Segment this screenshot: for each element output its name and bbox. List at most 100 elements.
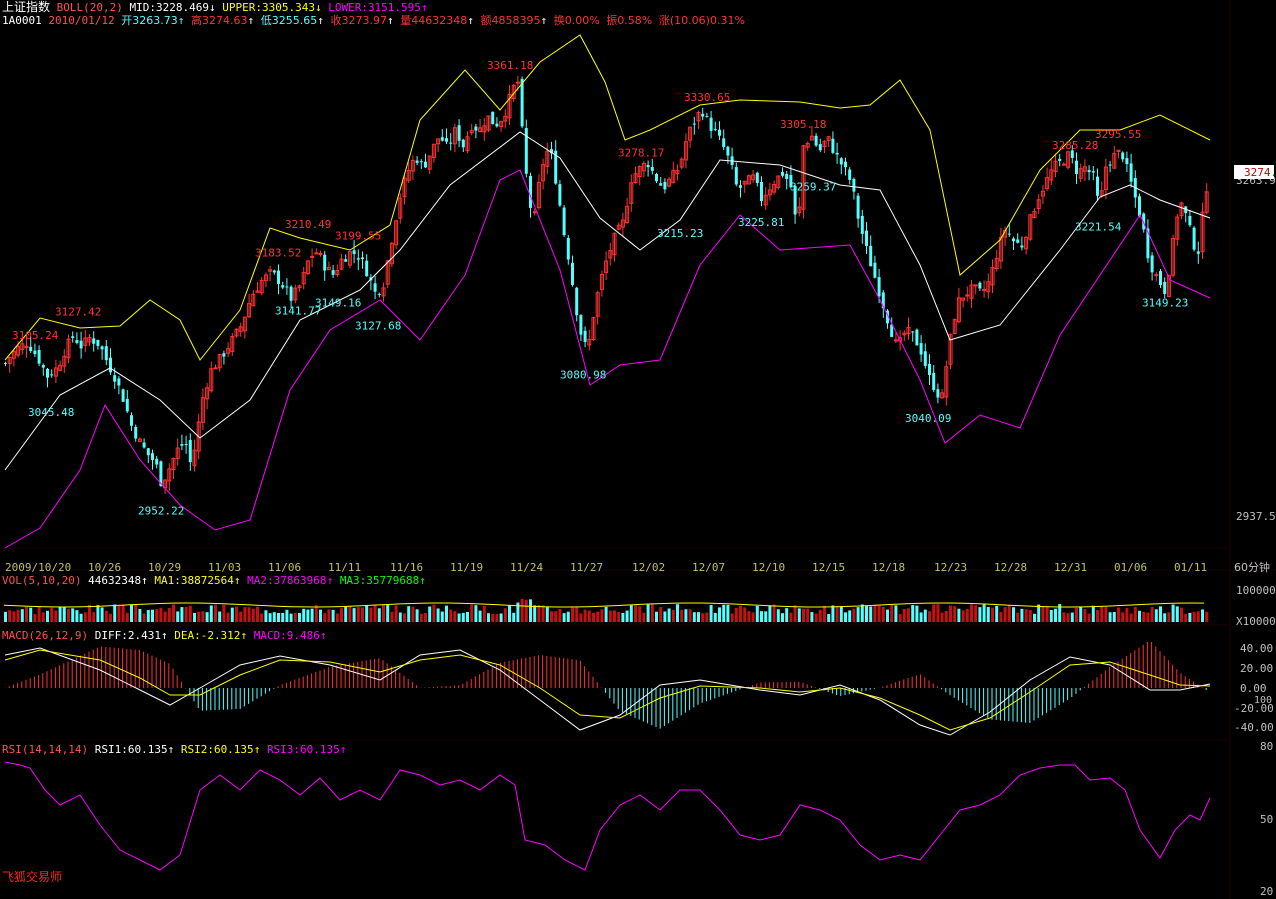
volume-bar bbox=[348, 605, 352, 622]
volume-bar bbox=[201, 611, 205, 622]
volume-bar bbox=[1146, 612, 1150, 622]
volume-bar bbox=[986, 606, 990, 622]
volume-bar bbox=[650, 604, 654, 622]
macd-tick-20: 20.00 bbox=[1240, 662, 1273, 675]
volume-bar bbox=[50, 607, 54, 622]
candle-body-down bbox=[562, 207, 566, 236]
volume-bar bbox=[352, 608, 356, 622]
volume-bar bbox=[79, 613, 83, 622]
candle-body-down bbox=[100, 346, 104, 350]
volume-bar bbox=[613, 610, 616, 622]
volume-bar bbox=[965, 608, 969, 622]
volume-bar bbox=[814, 613, 818, 622]
candle-body-down bbox=[277, 270, 280, 284]
candle-body-up bbox=[965, 294, 970, 297]
candle-body-down bbox=[583, 330, 587, 342]
annotation-low: 3040.09 bbox=[905, 412, 951, 425]
volume-bar bbox=[764, 611, 768, 622]
volume-bar bbox=[1041, 606, 1045, 622]
volume-bar bbox=[1016, 612, 1020, 622]
volume-bar bbox=[877, 605, 881, 622]
candle-body-down bbox=[1196, 251, 1200, 254]
annotation-low: 3080.98 bbox=[560, 369, 606, 382]
volume-bar bbox=[411, 606, 415, 622]
volume-bar bbox=[953, 606, 957, 622]
current-price-tag: 3274.0 bbox=[1234, 165, 1276, 179]
candle-body-down bbox=[29, 346, 33, 352]
candle-body-down bbox=[835, 152, 839, 155]
volume-bar bbox=[1112, 612, 1116, 622]
volume-bar bbox=[335, 613, 339, 622]
volume-bar bbox=[739, 605, 742, 622]
volume-bar bbox=[1037, 604, 1041, 622]
vol-ma3-arrow: ↑ bbox=[419, 574, 426, 587]
volume-bar bbox=[1003, 607, 1007, 622]
close-arrow: ↑ bbox=[386, 14, 394, 27]
candle-body-down bbox=[1075, 160, 1078, 175]
volume-bar bbox=[655, 611, 658, 622]
volume-bar bbox=[1196, 611, 1200, 622]
candle-body-up bbox=[314, 252, 319, 255]
candle-body-down bbox=[571, 262, 574, 285]
candle-body-down bbox=[113, 375, 117, 382]
volume-bar bbox=[1079, 606, 1083, 622]
volume-bar bbox=[440, 611, 444, 622]
candle-body-down bbox=[46, 368, 49, 378]
volume-bar bbox=[886, 609, 889, 622]
volume-bar bbox=[810, 612, 814, 622]
volume-bar bbox=[1205, 611, 1209, 622]
volume-bar bbox=[919, 612, 923, 622]
volume-bar bbox=[550, 611, 553, 622]
volume-bar bbox=[327, 609, 331, 622]
volume-bar bbox=[894, 605, 898, 622]
volume-bar bbox=[142, 613, 146, 622]
macd-tick-40: 40.00 bbox=[1240, 642, 1273, 655]
candle-body-down bbox=[873, 262, 877, 278]
candle-body-down bbox=[755, 172, 759, 183]
volume-bar bbox=[134, 604, 138, 622]
volume-bar bbox=[1083, 609, 1087, 622]
candle-body-down bbox=[923, 351, 927, 366]
volume-bar bbox=[608, 610, 612, 622]
volume-bar bbox=[1171, 604, 1175, 622]
volume-bar bbox=[944, 610, 948, 622]
volume-bar bbox=[705, 612, 709, 622]
volume-bar bbox=[394, 605, 398, 622]
candle-body-down bbox=[1188, 215, 1192, 226]
volume-bar bbox=[209, 605, 213, 622]
candle-body-down bbox=[474, 126, 478, 131]
open-arrow: ↑ bbox=[177, 14, 185, 27]
annotation-high: 3361.18 bbox=[487, 59, 533, 72]
volume-bar bbox=[226, 612, 230, 622]
volume-bar bbox=[117, 605, 121, 622]
vol-ma2-arrow: ↑ bbox=[326, 574, 334, 587]
volume-bar bbox=[508, 605, 511, 622]
macd-diff: DIFF:2.431 bbox=[94, 629, 161, 642]
volume-bar bbox=[1159, 606, 1162, 622]
volume-bar bbox=[424, 613, 427, 622]
current-price-text: 3274.0 bbox=[1244, 166, 1276, 179]
volume-bar bbox=[827, 613, 831, 622]
annotation-high: 3330.65 bbox=[684, 91, 730, 104]
volume-bar bbox=[949, 605, 952, 622]
volume-bar bbox=[172, 604, 175, 622]
volume-bar bbox=[793, 605, 797, 622]
candle-body-down bbox=[155, 458, 159, 465]
volume-bar bbox=[823, 605, 826, 622]
volume-bar bbox=[751, 612, 755, 622]
annotation-low: 3259.37 bbox=[790, 180, 836, 193]
candle-body-down bbox=[222, 353, 226, 357]
volume-bar bbox=[629, 605, 633, 622]
candle-body-down bbox=[491, 111, 495, 125]
x-axis-label: 11/06 bbox=[268, 561, 301, 574]
volume-bar bbox=[4, 611, 7, 622]
volume-bar bbox=[915, 605, 919, 622]
volume-bar bbox=[659, 607, 663, 622]
volume-bar bbox=[999, 612, 1003, 622]
volume-bar bbox=[1096, 610, 1099, 622]
candle-body-down bbox=[566, 237, 570, 260]
volume-bar bbox=[881, 606, 885, 622]
volume-bar bbox=[844, 612, 847, 622]
candle-body-down bbox=[495, 123, 499, 127]
candle-body-down bbox=[50, 374, 54, 376]
